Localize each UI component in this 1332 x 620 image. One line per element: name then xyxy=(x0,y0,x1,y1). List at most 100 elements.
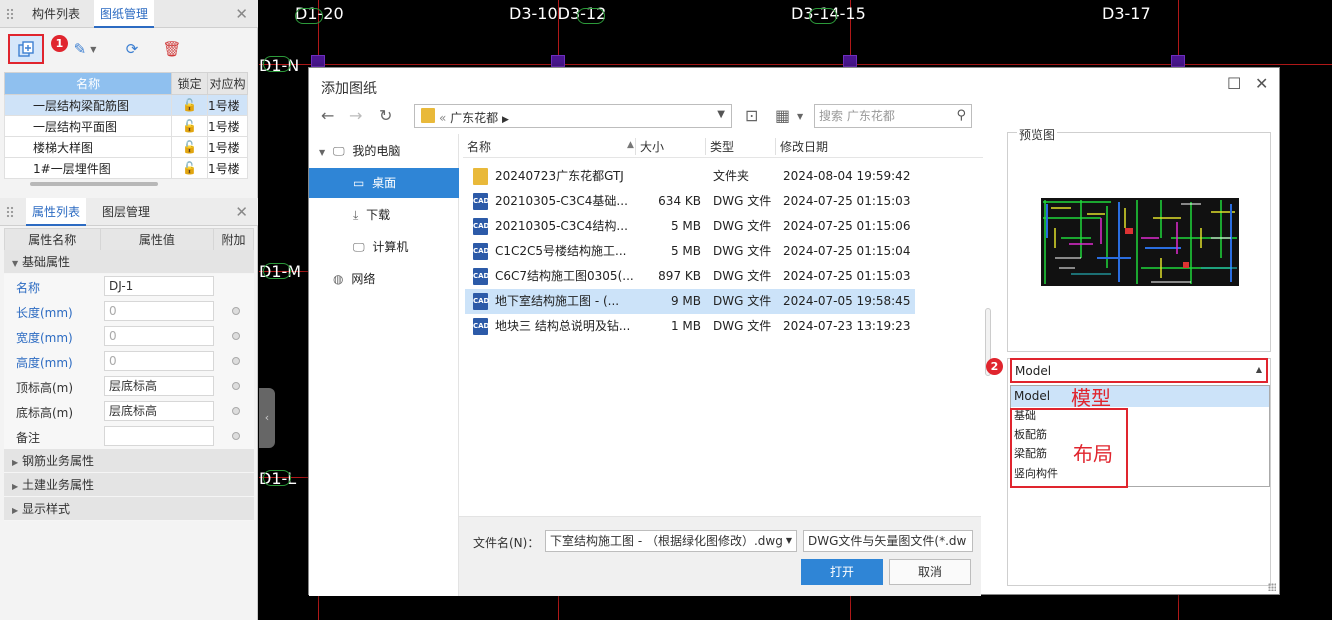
file-type: 文件夹 xyxy=(713,169,750,183)
delete-drawing-button[interactable]: 🗑 xyxy=(158,36,186,62)
prop-value-input[interactable]: 层底标高 xyxy=(104,401,214,421)
forward-arrow-icon[interactable]: → xyxy=(349,106,362,125)
prop-value-input[interactable]: 0 xyxy=(104,326,214,346)
chevron-down-icon: ▼ xyxy=(12,259,19,268)
group-rebar-properties[interactable]: ▶ 钢筋业务属性 xyxy=(4,449,254,473)
layout-option-model[interactable]: Model xyxy=(1011,386,1269,407)
file-row[interactable]: CAD 地块三 结构总说明及钻... 1 MB DWG 文件 2024-07-2… xyxy=(465,314,915,339)
lock-icon[interactable]: 🔓 xyxy=(171,115,209,137)
layout-select[interactable]: Model ▲ xyxy=(1010,358,1268,383)
horizontal-scrollbar[interactable] xyxy=(30,182,158,186)
drag-grip-icon[interactable] xyxy=(6,206,14,218)
column-header-size[interactable]: 大小 xyxy=(635,138,664,155)
file-row-selected[interactable]: CAD 地下室结构施工图 - (... 9 MB DWG 文件 2024-07-… xyxy=(465,289,915,314)
nav-item-network[interactable]: ◍ 网络 xyxy=(309,264,459,294)
navigation-pane: ▼ 🖵 我的电脑 ▭ 桌面 ⤓ 下载 🖵 计算机 ◍ 网络 xyxy=(309,134,459,596)
table-row[interactable]: 楼梯大样图 🔓 1号楼 xyxy=(3,136,248,158)
file-row[interactable]: CAD 20210305-C3C4基础... 634 KB DWG 文件 202… xyxy=(465,189,915,214)
column-header-floor[interactable]: 对应构 xyxy=(207,72,248,95)
axis-bubble xyxy=(295,8,323,24)
prop-value-input[interactable]: DJ-1 xyxy=(104,276,214,296)
prop-label: 长度(mm) xyxy=(16,306,73,320)
maximize-icon[interactable]: ☐ xyxy=(1227,74,1241,93)
close-icon[interactable]: ✕ xyxy=(235,203,248,221)
chevron-down-icon[interactable]: ▼ xyxy=(797,112,803,121)
drag-grip-icon[interactable] xyxy=(6,8,14,20)
group-civil-properties[interactable]: ▶ 土建业务属性 xyxy=(4,473,254,497)
file-size: 5 MB xyxy=(670,244,701,258)
resize-grip-icon[interactable] xyxy=(1268,583,1276,591)
attach-checkbox[interactable] xyxy=(232,332,240,340)
view-mode-icon[interactable]: ▦ xyxy=(775,106,790,125)
attach-checkbox[interactable] xyxy=(232,382,240,390)
nav-item-downloads[interactable]: ⤓ 下载 xyxy=(309,200,459,230)
group-display-style[interactable]: ▶ 显示样式 xyxy=(4,497,254,521)
lock-icon[interactable]: 🔓 xyxy=(171,157,209,179)
search-icon[interactable]: ⚲ xyxy=(956,108,966,123)
refresh-icon[interactable]: ↻ xyxy=(379,106,392,125)
tab-drawing-management[interactable]: 图纸管理 xyxy=(94,0,155,28)
search-input[interactable] xyxy=(815,105,943,127)
table-row[interactable]: 一层结构平面图 🔓 1号楼 xyxy=(3,115,248,137)
nav-item-my-computer[interactable]: ▼ 🖵 我的电脑 xyxy=(309,136,459,166)
drawing-name: 楼梯大样图 xyxy=(3,136,173,158)
column-header-type[interactable]: 类型 xyxy=(705,138,734,155)
file-name: 地块三 结构总说明及钻... xyxy=(495,319,631,333)
add-drawing-button[interactable] xyxy=(8,34,44,64)
annotation-model: 模型 xyxy=(1071,386,1111,410)
table-row[interactable]: 1#一层埋件图 🔓 1号楼 xyxy=(3,157,248,179)
chevron-right-icon: ▶ xyxy=(12,482,19,491)
file-name: C6C7结构施工图0305(... xyxy=(495,269,634,283)
folder-icon xyxy=(421,108,435,123)
attach-checkbox[interactable] xyxy=(232,432,240,440)
lock-icon[interactable]: 🔓 xyxy=(171,94,209,116)
tab-layer-management[interactable]: 图层管理 xyxy=(96,198,156,226)
attach-checkbox[interactable] xyxy=(232,307,240,315)
column-header-name[interactable]: 名称 xyxy=(3,72,173,95)
new-folder-icon[interactable]: ⊡ xyxy=(745,106,758,125)
close-icon[interactable]: ✕ xyxy=(1255,74,1268,93)
prop-label: 底标高(m) xyxy=(16,406,74,420)
trash-icon: 🗑 xyxy=(162,40,182,58)
filetype-select[interactable]: DWG文件与矢量图文件(*.dw xyxy=(803,530,973,552)
nav-item-computer[interactable]: 🖵 计算机 xyxy=(309,232,459,262)
file-name-bar: 文件名(N)： 下室结构施工图 - （根据绿化图修改）.dwg ▼ DWG文件与… xyxy=(459,516,981,596)
prop-value-input[interactable]: 层底标高 xyxy=(104,376,214,396)
file-row[interactable]: CAD C1C2C5号楼结构施工... 5 MB DWG 文件 2024-07-… xyxy=(465,239,915,264)
file-date: 2024-07-25 01:15:03 xyxy=(783,194,911,208)
prop-value-input[interactable]: 0 xyxy=(104,301,214,321)
replace-drawing-button[interactable]: ⟳ xyxy=(118,36,146,62)
tab-property-list[interactable]: 属性列表 xyxy=(26,198,87,226)
prop-value-input[interactable]: 0 xyxy=(104,351,214,371)
filename-input[interactable]: 下室结构施工图 - （根据绿化图修改）.dwg ▼ xyxy=(545,530,797,552)
back-arrow-icon[interactable]: ← xyxy=(321,106,334,125)
lock-icon[interactable]: 🔓 xyxy=(171,136,209,158)
file-row[interactable]: CAD C6C7结构施工图0305(... 897 KB DWG 文件 2024… xyxy=(465,264,915,289)
prop-label: 顶标高(m) xyxy=(16,381,74,395)
filename-value: 下室结构施工图 - （根据绿化图修改）.dwg xyxy=(550,534,783,548)
nav-item-desktop[interactable]: ▭ 桌面 xyxy=(309,168,459,198)
search-box[interactable]: ⚲ xyxy=(814,104,972,128)
cancel-button[interactable]: 取消 xyxy=(889,559,971,585)
column-marker xyxy=(1171,55,1185,67)
table-row[interactable]: 一层结构梁配筋图 🔓 1号楼 xyxy=(3,94,248,116)
column-header-name[interactable]: 名称 xyxy=(463,138,491,155)
attach-checkbox[interactable] xyxy=(232,407,240,415)
open-button[interactable]: 打开 xyxy=(801,559,883,585)
address-path: « 广东花都 ▶ xyxy=(439,111,509,125)
group-basic-properties[interactable]: ▼ 基础属性 xyxy=(4,250,254,274)
prop-value-input[interactable] xyxy=(104,426,214,446)
panel-collapse-handle[interactable]: ‹ xyxy=(259,388,275,448)
column-header-lock[interactable]: 锁定 xyxy=(171,72,209,95)
tab-component-list[interactable]: 构件列表 xyxy=(26,0,86,28)
chevron-down-icon[interactable]: ▼ xyxy=(785,531,792,551)
address-bar[interactable]: « 广东花都 ▶ ▼ xyxy=(414,104,732,128)
close-icon[interactable]: ✕ xyxy=(235,5,248,23)
edit-drawing-dropdown[interactable]: ✎ ▼ xyxy=(66,36,104,62)
column-header-date[interactable]: 修改日期 xyxy=(775,138,828,155)
chevron-down-icon[interactable]: ▼ xyxy=(717,109,725,120)
file-type: DWG 文件 xyxy=(713,319,772,333)
file-row[interactable]: CAD 20210305-C3C4结构... 5 MB DWG 文件 2024-… xyxy=(465,214,915,239)
file-row[interactable]: 20240723广东花都GTJ 文件夹 2024-08-04 19:59:42 xyxy=(465,164,915,189)
attach-checkbox[interactable] xyxy=(232,357,240,365)
